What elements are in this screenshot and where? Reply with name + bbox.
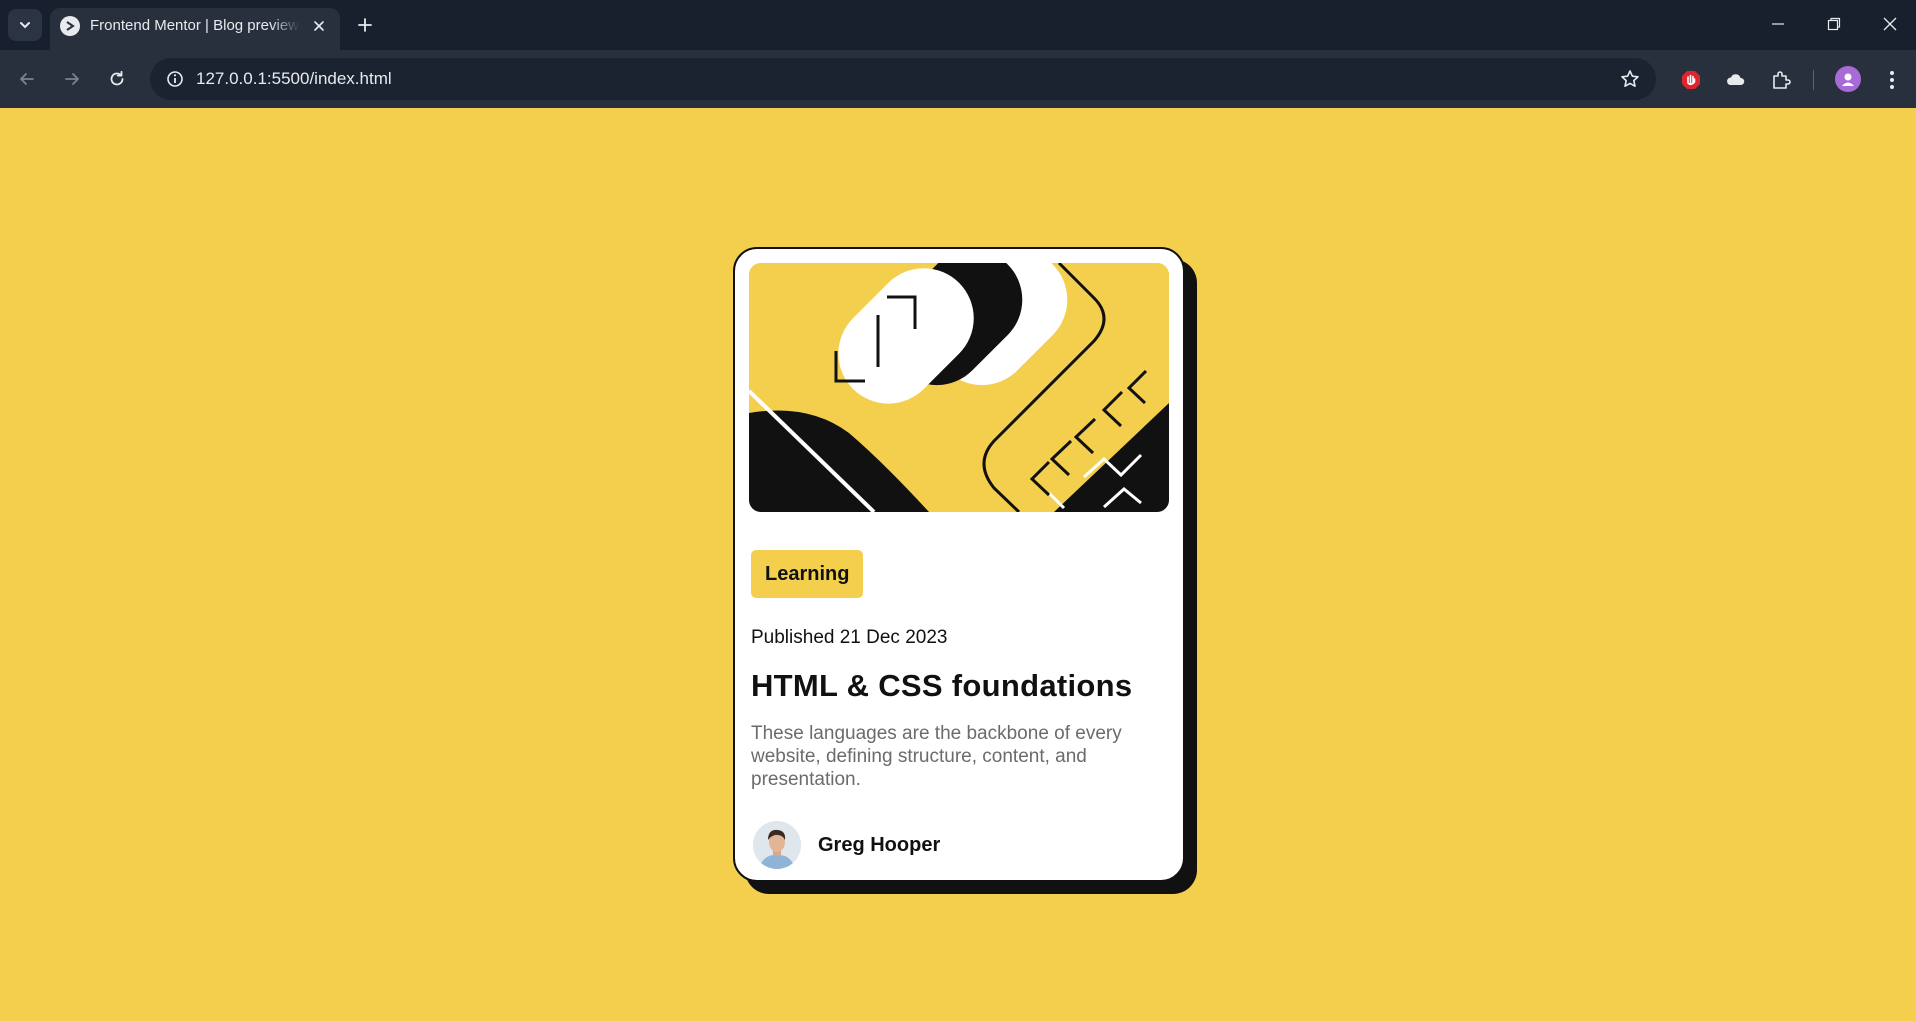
extensions-puzzle-icon[interactable] xyxy=(1767,66,1795,94)
profile-avatar[interactable] xyxy=(1835,66,1861,92)
reload-icon xyxy=(110,70,124,86)
reload-button[interactable] xyxy=(102,64,132,94)
browser-toolbar: 127.0.0.1:5500/index.html xyxy=(0,50,1916,108)
plus-icon xyxy=(358,18,372,32)
avatar xyxy=(753,821,801,869)
extension-cloud-icon[interactable] xyxy=(1721,66,1749,94)
back-button[interactable] xyxy=(12,64,42,94)
forward-button[interactable] xyxy=(57,64,87,94)
author: Greg Hooper xyxy=(753,821,940,869)
url-text[interactable]: 127.0.0.1:5500/index.html xyxy=(196,68,392,90)
restore-button[interactable] xyxy=(1814,8,1854,40)
browser-tab-strip: Frontend Mentor | Blog preview card xyxy=(0,0,1916,50)
extension-adblock-icon[interactable] xyxy=(1677,66,1705,94)
arrow-left-icon xyxy=(20,73,34,85)
tab-search-button[interactable] xyxy=(8,9,42,41)
arrow-right-icon xyxy=(65,73,79,85)
minimize-button[interactable] xyxy=(1758,8,1798,40)
hero-illustration xyxy=(749,263,1169,512)
menu-kebab-icon[interactable] xyxy=(1878,66,1906,94)
chevron-down-icon xyxy=(20,22,30,29)
close-window-button[interactable] xyxy=(1870,8,1910,40)
blog-preview-card: Learning Published 21 Dec 2023 HTML & CS… xyxy=(733,247,1185,882)
profile-icon xyxy=(1842,73,1854,86)
category-tag: Learning xyxy=(751,550,864,598)
close-icon xyxy=(314,21,324,31)
tab-close-button[interactable] xyxy=(308,15,330,37)
card-description: These languages are the backbone of ever… xyxy=(751,723,1122,790)
new-tab-button[interactable] xyxy=(352,12,378,38)
card-title[interactable]: HTML & CSS foundations xyxy=(751,668,1132,704)
toolbar-divider xyxy=(1813,70,1814,90)
minimize-icon xyxy=(1772,23,1784,25)
author-name: Greg Hooper xyxy=(818,833,941,856)
restore-icon xyxy=(1827,17,1841,31)
close-icon xyxy=(1883,17,1897,31)
published-date: Published 21 Dec 2023 xyxy=(751,627,948,648)
site-info-icon[interactable] xyxy=(162,66,188,92)
bookmark-star-icon[interactable] xyxy=(1618,67,1642,91)
address-bar[interactable]: 127.0.0.1:5500/index.html xyxy=(150,58,1656,100)
tab-title[interactable]: Frontend Mentor | Blog preview card xyxy=(90,15,300,37)
tab-favicon-icon xyxy=(60,16,80,36)
